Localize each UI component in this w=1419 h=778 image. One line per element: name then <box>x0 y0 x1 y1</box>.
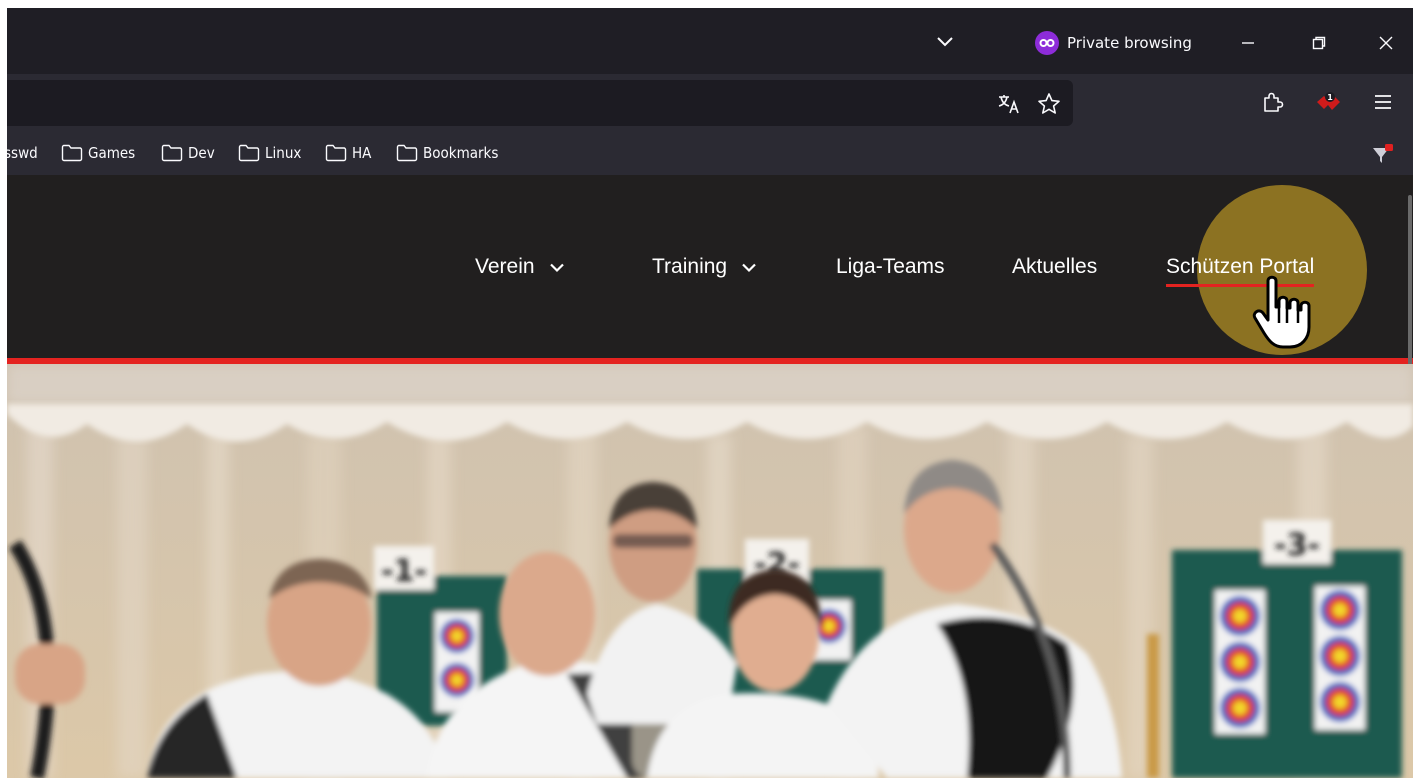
browser-tab-bar: Private browsing <box>7 8 1413 74</box>
folder-icon <box>325 144 347 162</box>
site-header: Verein Training Liga-Teams Aktuelles Sch… <box>7 175 1413 358</box>
translate-button[interactable] <box>997 92 1021 116</box>
team-photo-illustration: -1- -2- -3- <box>7 364 1413 778</box>
extension-badge-count: 1 <box>1327 93 1333 102</box>
puzzle-icon <box>1264 92 1284 112</box>
nav-label: Aktuelles <box>1012 255 1098 278</box>
folder-icon <box>161 144 183 162</box>
translate-icon <box>998 95 1019 114</box>
restore-button[interactable] <box>1299 28 1339 58</box>
app-menu-button[interactable] <box>1369 88 1397 116</box>
bookmark-label: sswd <box>4 144 38 162</box>
minimize-icon <box>1242 42 1254 44</box>
lane-number-3: -3- <box>1274 528 1320 563</box>
screen-edge-left <box>0 0 7 778</box>
ublock-icon: 1 <box>1317 92 1340 110</box>
private-mask-icon <box>1035 31 1059 55</box>
screen-edge-right <box>1413 0 1419 778</box>
bookmark-star-button[interactable] <box>1037 92 1061 116</box>
hand-pointer-cursor-icon <box>1252 275 1311 349</box>
bookmark-folder-linux[interactable]: Linux <box>238 142 301 164</box>
nav-label: Verein <box>475 255 535 278</box>
nav-liga-teams[interactable]: Liga-Teams <box>836 252 945 282</box>
bookmark-item-sswd[interactable]: sswd <box>4 142 38 164</box>
screen-edge-top <box>0 0 1419 8</box>
lane-number-1: -1- <box>381 554 427 589</box>
bookmark-folder-games[interactable]: Games <box>61 142 135 164</box>
bookmark-label: Games <box>88 144 136 162</box>
close-window-button[interactable] <box>1366 28 1406 58</box>
close-icon <box>1379 36 1393 50</box>
star-icon <box>1038 93 1060 114</box>
private-browsing-indicator: Private browsing <box>1035 30 1192 56</box>
chevron-down-icon <box>742 263 756 272</box>
funnel-extension-icon <box>1373 144 1393 163</box>
chevron-down-icon <box>549 263 564 272</box>
folder-icon <box>61 144 83 162</box>
chevron-down-icon <box>937 37 953 47</box>
private-browsing-label: Private browsing <box>1067 34 1192 52</box>
ublock-extension-button[interactable]: 1 <box>1314 88 1342 116</box>
folder-icon <box>396 144 418 162</box>
address-bar[interactable] <box>7 80 1073 126</box>
list-all-tabs-button[interactable] <box>925 28 965 56</box>
bookmark-folder-ha[interactable]: HA <box>325 142 371 164</box>
nav-verein[interactable]: Verein <box>475 252 565 282</box>
bookmark-label: HA <box>352 144 372 162</box>
minimize-button[interactable] <box>1228 28 1268 58</box>
hero-team-photo: -1- -2- -3- <box>7 364 1413 778</box>
toolbar-extension-button[interactable] <box>1369 140 1397 166</box>
extensions-button[interactable] <box>1259 88 1287 116</box>
hamburger-menu-icon <box>1375 95 1391 109</box>
nav-label: Training <box>652 255 728 278</box>
nav-training[interactable]: Training <box>652 252 757 282</box>
bookmark-label: Linux <box>265 144 302 162</box>
bookmark-label: Bookmarks <box>423 144 499 162</box>
browser-navigation-bar: 1 <box>7 74 1413 130</box>
bookmark-label: Dev <box>188 144 215 162</box>
folder-icon <box>238 144 260 162</box>
bookmark-folder-bookmarks[interactable]: Bookmarks <box>396 142 498 164</box>
bookmark-folder-dev[interactable]: Dev <box>161 142 215 164</box>
nav-label: Liga-Teams <box>836 255 945 278</box>
bookmarks-toolbar: sswd Games Dev Linux HA Bookmarks <box>4 130 1413 175</box>
restore-icon <box>1312 36 1326 50</box>
nav-aktuelles[interactable]: Aktuelles <box>1012 252 1097 282</box>
